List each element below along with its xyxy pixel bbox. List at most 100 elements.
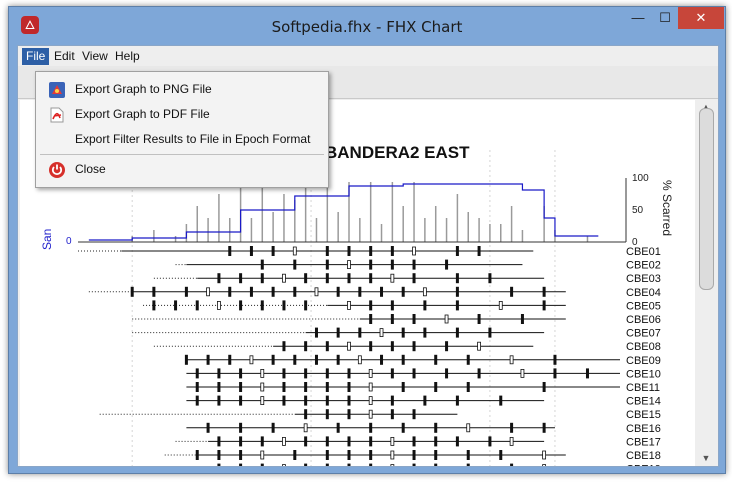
injury-mark: [357, 355, 362, 365]
vertical-scrollbar[interactable]: ▲ ▼: [696, 100, 716, 466]
injury-mark: [509, 436, 514, 446]
scrollbar-thumb[interactable]: [699, 108, 714, 290]
fire-scar-mark: [314, 354, 318, 365]
fire-scar-mark: [325, 409, 329, 420]
fire-scar-mark: [304, 463, 308, 466]
fire-scar-mark: [455, 246, 459, 256]
fire-scar-mark: [499, 450, 503, 460]
fire-scar-mark: [488, 327, 492, 338]
injury-mark: [260, 450, 265, 460]
right-tick-label: 50: [632, 205, 644, 216]
fire-scar-mark: [271, 354, 275, 365]
injury-mark: [217, 300, 221, 310]
fire-scar-mark: [347, 450, 351, 460]
fire-scar-mark: [195, 300, 199, 311]
fire-scar-mark: [412, 259, 416, 270]
injury-mark: [509, 355, 514, 365]
injury-mark: [347, 260, 351, 270]
fire-scar-mark: [239, 382, 243, 392]
fire-scar-mark: [401, 382, 405, 392]
injury-mark: [422, 287, 427, 297]
close-window-button[interactable]: ✕: [678, 7, 724, 29]
fire-scar-mark: [369, 422, 373, 433]
fire-scar-mark: [434, 382, 438, 392]
fire-scar-mark: [369, 246, 373, 256]
fire-scar-mark: [239, 450, 243, 460]
fire-scar-mark: [390, 409, 394, 420]
left-axis-title: San: [40, 229, 54, 250]
fire-scar-mark: [293, 259, 297, 270]
injury-mark: [368, 396, 373, 406]
series-label: CBE08: [626, 341, 661, 353]
fire-scar-mark: [358, 327, 362, 338]
fire-scar-mark: [401, 327, 405, 338]
fire-scar-mark: [239, 463, 243, 466]
fire-scar-mark: [195, 395, 199, 406]
fire-scar-mark: [347, 409, 351, 420]
fire-scar-mark: [434, 436, 438, 447]
menu-file[interactable]: File: [22, 48, 50, 65]
title-bar[interactable]: 🜂 Softpedia.fhx - FHX Chart — ☐ ✕: [9, 7, 725, 45]
menu-item-export-pdf[interactable]: Export Graph to PDF File: [36, 103, 328, 127]
fire-scar-mark: [542, 286, 546, 297]
fire-scar-mark: [423, 395, 427, 406]
menu-separator: [40, 154, 324, 155]
injury-mark: [390, 450, 395, 460]
injury-mark: [390, 436, 395, 446]
fire-scar-mark: [282, 395, 286, 406]
fire-scar-mark: [401, 422, 405, 433]
fire-scar-mark: [445, 368, 449, 379]
maximize-button[interactable]: ☐: [652, 7, 678, 29]
fire-scar-mark: [499, 395, 503, 406]
fire-scar-mark: [510, 463, 514, 466]
fire-scar-mark: [347, 463, 351, 466]
fire-scar-mark: [423, 327, 427, 338]
fire-scar-mark: [488, 273, 492, 284]
menu-help[interactable]: Help: [111, 48, 144, 65]
menu-item-export-epoch[interactable]: Export Filter Results to File in Epoch F…: [36, 128, 328, 152]
fire-scar-mark: [412, 273, 416, 284]
fire-scar-mark: [553, 354, 557, 365]
injury-mark: [347, 300, 351, 310]
file-menu-dropdown: Export Graph to PNG File Export Graph to…: [35, 71, 329, 188]
fire-scar-mark: [195, 368, 199, 379]
series-label: CBE05: [626, 300, 661, 312]
fire-scar-mark: [239, 300, 243, 311]
injury-mark: [260, 368, 265, 378]
menu-edit[interactable]: Edit: [50, 48, 79, 65]
menu-view[interactable]: View: [78, 48, 112, 65]
fire-scar-mark: [412, 409, 416, 420]
fire-scar-mark: [510, 286, 514, 297]
fire-scar-mark: [369, 436, 373, 447]
series-label: CBE15: [626, 409, 661, 421]
menu-item-export-png[interactable]: Export Graph to PNG File: [36, 78, 328, 102]
fire-scar-mark: [325, 395, 329, 406]
series-label: CBE11: [626, 382, 660, 394]
fire-scar-mark: [228, 246, 232, 256]
fire-scar-mark: [293, 450, 297, 460]
fire-scar-mark: [195, 450, 199, 460]
fire-scar-mark: [239, 436, 243, 447]
menu-item-label: Export Graph to PNG File: [75, 82, 212, 96]
fire-scar-mark: [293, 286, 297, 297]
menu-item-close[interactable]: Close: [36, 158, 328, 182]
fire-scar-mark: [542, 382, 546, 392]
injury-mark: [466, 423, 471, 433]
injury-mark: [412, 246, 416, 256]
injury-mark: [347, 341, 351, 351]
fire-scar-mark: [239, 395, 243, 406]
menu-item-label: Export Graph to PDF File: [75, 107, 210, 121]
fire-scar-mark: [271, 286, 275, 297]
injury-mark: [260, 396, 265, 406]
scroll-down-icon[interactable]: ▼: [700, 452, 712, 464]
series-label: CBE01: [626, 246, 661, 258]
fire-scar-mark: [304, 273, 308, 284]
fire-scar-mark: [260, 259, 264, 270]
fire-scar-mark: [304, 409, 308, 420]
fire-scar-mark: [380, 354, 384, 365]
fire-scar-mark: [347, 368, 351, 379]
fire-scar-mark: [239, 273, 243, 284]
fire-scar-mark: [282, 300, 286, 311]
minimize-button[interactable]: —: [624, 7, 652, 29]
fire-scar-mark: [271, 422, 275, 433]
